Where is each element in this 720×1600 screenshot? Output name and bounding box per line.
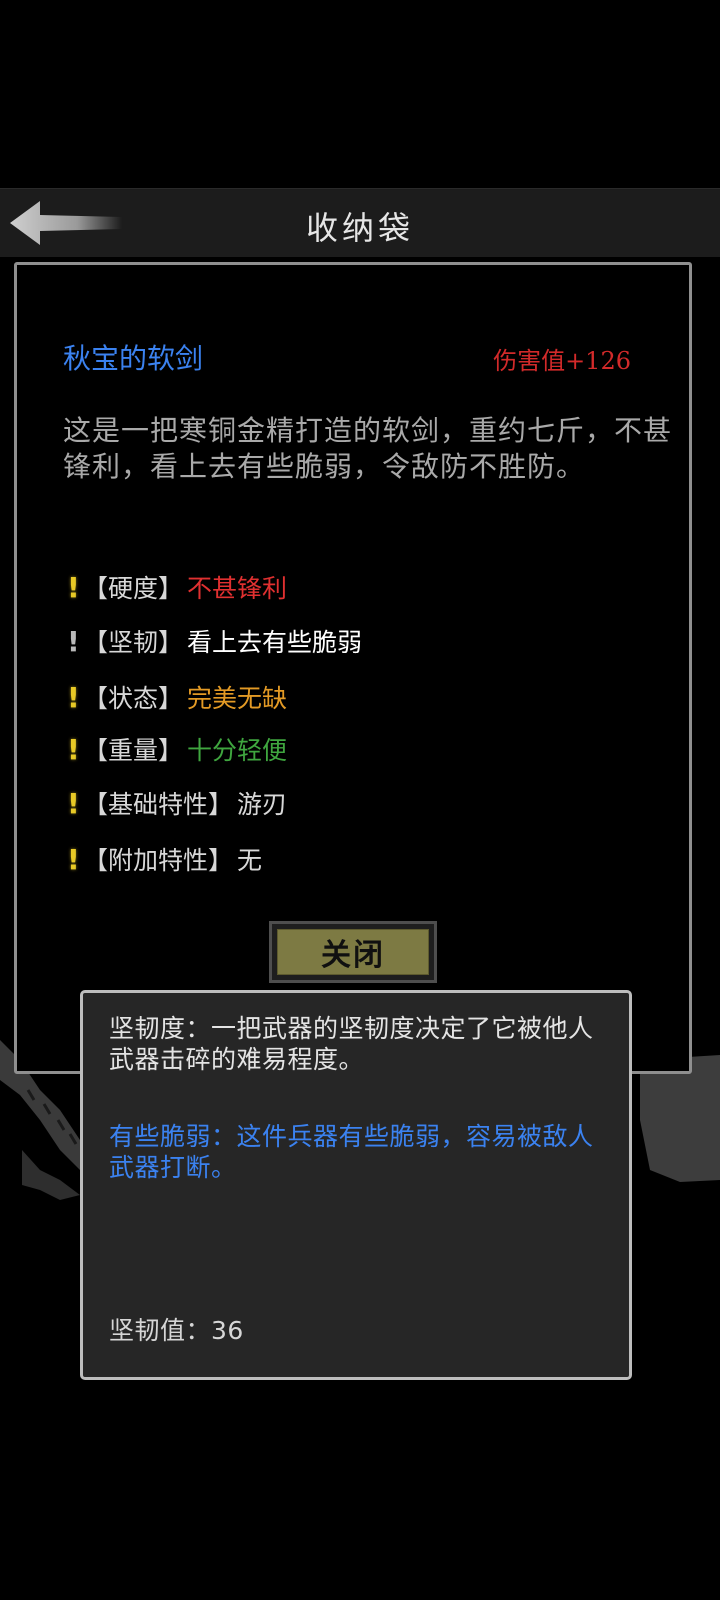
attribute-label: 【附加特性】: [83, 846, 234, 875]
item-damage: 伤害值+126: [493, 347, 631, 375]
attribute-label: 【状态】: [83, 684, 184, 713]
alert-icon: !: [67, 624, 80, 658]
attribute-value: 看上去有些脆弱: [187, 628, 363, 657]
toughness-tooltip[interactable]: 坚韧度：一把武器的坚韧度决定了它被他人武器击碎的难易程度。 有些脆弱：这件兵器有…: [80, 990, 632, 1380]
attribute-row-extra-trait[interactable]: ! 【附加特性】 无: [67, 841, 262, 877]
attribute-value: 十分轻便: [187, 736, 288, 765]
attribute-row-weight[interactable]: ! 【重量】 十分轻便: [67, 731, 287, 767]
attribute-label: 【基础特性】: [83, 790, 234, 819]
alert-icon: !: [67, 570, 80, 604]
attribute-label: 【坚韧】: [83, 628, 184, 657]
alert-icon: !: [67, 680, 80, 714]
attribute-value: 不甚锋利: [187, 574, 288, 603]
item-name: 秋宝的软剑: [63, 342, 204, 375]
alert-icon: !: [67, 842, 80, 876]
close-button-label: 关闭: [277, 929, 429, 975]
tooltip-definition: 坚韧度：一把武器的坚韧度决定了它被他人武器击碎的难易程度。: [109, 1014, 594, 1074]
item-description: 这是一把寒铜金精打造的软剑，重约七斤，不甚锋利，看上去有些脆弱，令敌防不胜防。: [63, 414, 673, 483]
attribute-value: 游刃: [237, 790, 288, 819]
attribute-label: 【硬度】: [83, 574, 184, 603]
attribute-row-toughness[interactable]: ! 【坚韧】 看上去有些脆弱: [67, 623, 362, 659]
attribute-label: 【重量】: [83, 736, 184, 765]
close-button[interactable]: 关闭: [269, 921, 437, 983]
attribute-row-hardness[interactable]: ! 【硬度】 不甚锋利: [67, 569, 287, 605]
tooltip-value: 坚韧值：36: [109, 1316, 244, 1345]
attribute-value: 无: [237, 846, 263, 875]
alert-icon: !: [67, 786, 80, 820]
alert-icon: !: [67, 732, 80, 766]
tooltip-level-description: 有些脆弱：这件兵器有些脆弱，容易被敌人武器打断。: [109, 1122, 594, 1182]
attribute-row-base-trait[interactable]: ! 【基础特性】 游刃: [67, 785, 287, 821]
item-detail-panel: 秋宝的软剑 伤害值+126 这是一把寒铜金精打造的软剑，重约七斤，不甚锋利，看上…: [14, 262, 692, 1074]
page-title: 收纳袋: [305, 209, 414, 247]
top-bar: 收纳袋: [0, 188, 720, 257]
attribute-value: 完美无缺: [187, 684, 288, 713]
attribute-row-condition[interactable]: ! 【状态】 完美无缺: [67, 679, 287, 715]
